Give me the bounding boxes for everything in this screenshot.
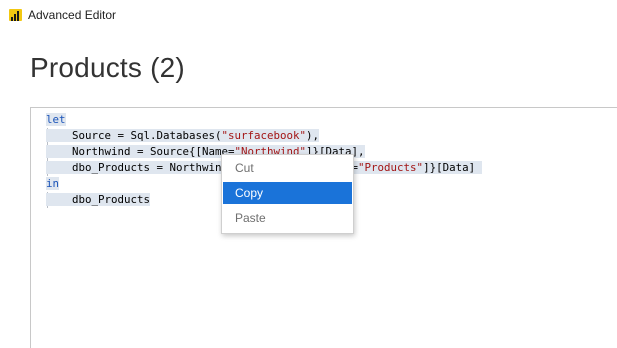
title-bar: Advanced Editor (0, 0, 617, 30)
query-title: Products (2) (30, 52, 185, 83)
window-title: Advanced Editor (28, 8, 117, 22)
code-line: let (46, 113, 66, 126)
menu-item-copy[interactable]: Copy (223, 182, 352, 204)
menu-item-paste[interactable]: Paste (223, 207, 352, 229)
power-bi-icon (9, 9, 22, 21)
context-menu: Cut Copy Paste (221, 154, 354, 234)
code-line: Source = Sql.Databases("surfacebook"), (46, 129, 320, 142)
menu-item-cut[interactable]: Cut (223, 157, 352, 179)
